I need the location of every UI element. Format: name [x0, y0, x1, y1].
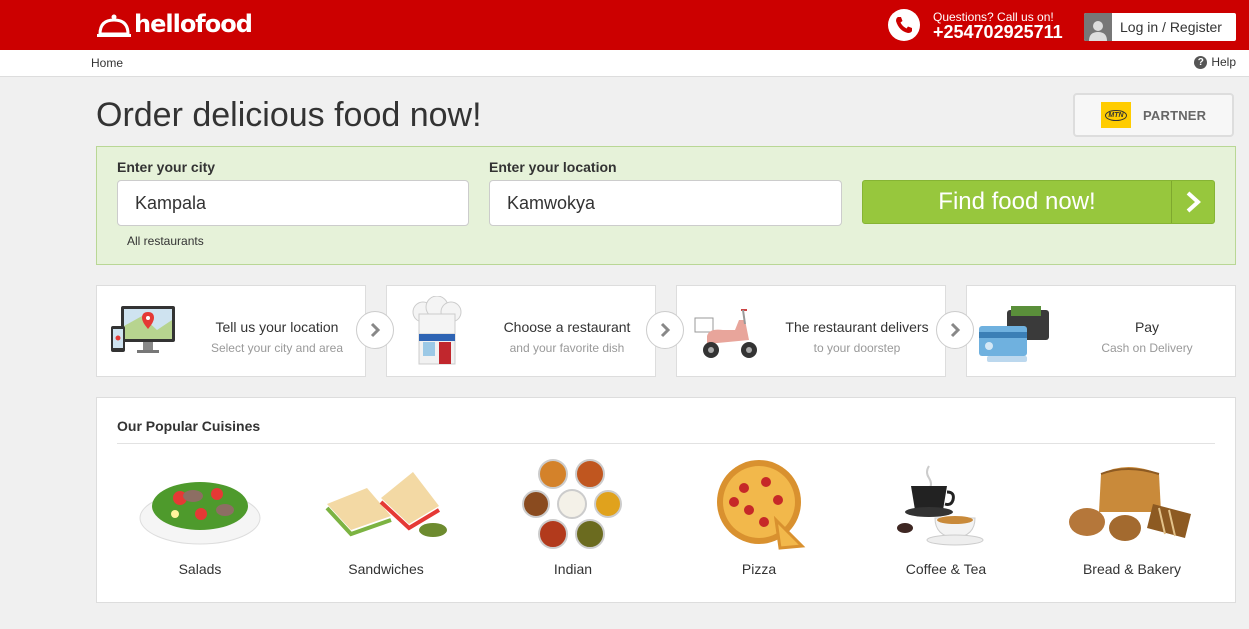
- step-restaurant: Choose a restaurant and your favorite di…: [386, 285, 656, 377]
- question-icon: ?: [1194, 55, 1208, 69]
- devices-map-icon: [107, 296, 187, 368]
- chevron-right-icon: [646, 311, 684, 349]
- coffee-tea-icon: [881, 458, 1011, 553]
- city-input[interactable]: Kampala: [117, 180, 469, 226]
- location-input[interactable]: Kamwokya: [489, 180, 842, 226]
- cuisines-title: Our Popular Cuisines: [117, 418, 261, 434]
- partner-badge[interactable]: MTN PARTNER: [1073, 93, 1234, 137]
- login-register-label: Log in / Register: [1120, 19, 1222, 35]
- salad-icon: [135, 458, 265, 553]
- mtn-logo: MTN: [1101, 102, 1131, 128]
- chef-hat-icon: [397, 295, 477, 368]
- city-label: Enter your city: [117, 159, 216, 175]
- top-bar: hellofood Questions? Call us on! +254702…: [0, 0, 1249, 50]
- partner-label: PARTNER: [1143, 107, 1207, 123]
- cloche-icon: [97, 14, 131, 37]
- help-label: Help: [1211, 55, 1236, 69]
- cuisine-pizza[interactable]: Pizza: [684, 458, 834, 588]
- hellofood-logo[interactable]: hellofood: [96, 6, 253, 42]
- cuisine-indian[interactable]: Indian: [498, 458, 648, 588]
- sandwich-icon: [321, 458, 451, 553]
- step-delivery: The restaurant delivers to your doorstep: [676, 285, 946, 377]
- divider: [117, 443, 1215, 444]
- cuisine-sandwiches[interactable]: Sandwiches: [311, 458, 461, 588]
- step-subtitle: Cash on Delivery: [1101, 341, 1193, 355]
- wallet-card-icon: [977, 296, 1057, 368]
- cuisine-label: Sandwiches: [348, 561, 424, 577]
- step-location: Tell us your location Select your city a…: [96, 285, 366, 377]
- chevron-right-icon: [1171, 181, 1214, 223]
- chevron-right-icon: [356, 311, 394, 349]
- step-pay: Pay Cash on Delivery: [966, 285, 1236, 377]
- find-food-label: Find food now!: [938, 188, 1096, 215]
- bread-icon: [1067, 458, 1197, 553]
- phone-icon: [888, 9, 920, 41]
- step-subtitle: and your favorite dish: [509, 341, 625, 355]
- pizza-icon: [694, 458, 824, 553]
- chevron-right-icon: [936, 311, 974, 349]
- breadcrumb-home-link[interactable]: Home: [91, 56, 123, 70]
- cuisine-bread-bakery[interactable]: Bread & Bakery: [1057, 458, 1207, 588]
- page-title: Order delicious food now!: [96, 96, 482, 134]
- cuisine-label: Coffee & Tea: [905, 561, 987, 577]
- search-panel: Enter your city Kampala All restaurants …: [96, 146, 1236, 265]
- cuisine-label: Bread & Bakery: [1082, 561, 1182, 577]
- logo-text: hellofood: [134, 10, 253, 38]
- all-restaurants-link[interactable]: All restaurants: [127, 234, 204, 248]
- cuisine-label: Pizza: [741, 561, 777, 577]
- step-subtitle: to your doorstep: [813, 341, 901, 355]
- help-link[interactable]: ? Help: [1194, 55, 1236, 69]
- find-food-button[interactable]: Find food now!: [862, 180, 1215, 224]
- cuisine-coffee-tea[interactable]: Coffee & Tea: [871, 458, 1021, 588]
- phone-number[interactable]: +254702925711: [933, 22, 1063, 43]
- location-label: Enter your location: [489, 159, 617, 175]
- step-title: Choose a restaurant: [503, 319, 631, 335]
- step-subtitle: Select your city and area: [210, 341, 344, 355]
- step-title: The restaurant delivers: [785, 319, 929, 335]
- step-title: Pay: [1134, 319, 1160, 335]
- scooter-icon: [687, 296, 767, 368]
- cuisine-label: Indian: [553, 561, 593, 577]
- cuisine-salads[interactable]: Salads: [125, 458, 275, 588]
- breadcrumb: Home ? Help: [0, 50, 1249, 77]
- step-title: Tell us your location: [215, 319, 339, 335]
- user-icon: [1084, 13, 1112, 41]
- login-register-button[interactable]: Log in / Register: [1084, 13, 1236, 41]
- popular-cuisines: Our Popular Cuisines Salads Sandwiches I…: [96, 397, 1236, 603]
- indian-thali-icon: [508, 458, 638, 553]
- cuisine-label: Salads: [178, 561, 222, 577]
